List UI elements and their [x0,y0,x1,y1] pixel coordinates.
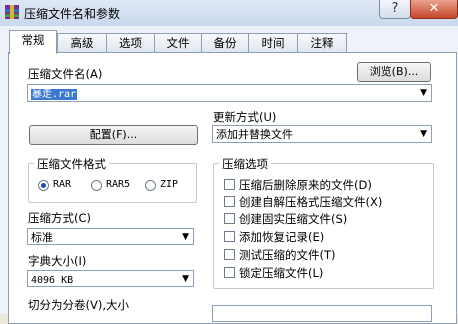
dictionary-size-label: 字典大小(I) [28,254,87,268]
format-rar-label: RAR [53,179,72,190]
lock-archive-label: 锁定压缩文件(L) [239,266,324,280]
compression-method-value: 标准 [31,231,53,244]
archive-format-group-title: 压缩文件格式 [34,156,109,172]
window-title: 压缩文件名和参数 [24,7,121,21]
create-sfx-checkbox[interactable] [224,196,235,207]
split-volumes-label: 切分为分卷(V),大小 [28,298,129,312]
update-mode-select[interactable]: 添加并替换文件 ▼ [212,125,432,143]
update-mode-label: 更新方式(U) [213,110,277,124]
create-solid-checkbox[interactable] [224,213,235,224]
archive-name-value: 暴走.rar [31,89,78,100]
dictionary-size-value: 4096 KB [31,275,74,286]
delete-after-compress-label: 压缩后删除原来的文件(D) [239,178,372,192]
help-button[interactable]: ? [379,0,411,19]
create-solid-label: 创建固实压缩文件(S) [239,212,348,226]
format-rar-radio[interactable] [38,180,49,191]
format-zip-radio[interactable] [145,180,156,191]
compression-options-group-title: 压缩选项 [219,156,271,172]
lock-archive-checkbox[interactable] [224,267,235,278]
add-recovery-record-checkbox[interactable] [224,231,235,242]
create-sfx-label: 创建自解压格式压缩文件(X) [239,195,383,209]
browse-button[interactable]: 浏览(B)... [357,62,431,82]
winrar-app-icon [5,5,19,19]
format-rar5-radio[interactable] [91,180,102,191]
chevron-down-icon: ▼ [182,232,189,242]
compression-method-label: 压缩方式(C) [28,211,92,225]
tab-files[interactable]: 文件 [154,33,202,52]
update-mode-value: 添加并替换文件 [216,128,293,141]
format-rar5-label: RAR5 [106,179,131,190]
format-zip-label: ZIP [160,179,179,190]
chevron-down-icon: ▼ [420,129,427,139]
tab-comment[interactable]: 注释 [297,33,347,52]
chevron-down-icon: ▼ [182,274,189,284]
test-archived-files-label: 测试压缩的文件(T) [239,248,336,262]
dictionary-size-select[interactable]: 4096 KB ▼ [27,270,194,287]
tab-general[interactable]: 常规 [9,30,57,54]
tab-time[interactable]: 时间 [248,33,298,52]
test-archived-files-checkbox[interactable] [224,249,235,260]
tab-advanced[interactable]: 高级 [57,33,107,52]
tab-options[interactable]: 选项 [106,33,155,52]
archive-name-label: 压缩文件名(A) [28,67,103,81]
chevron-down-icon[interactable]: ▼ [420,85,427,102]
add-recovery-record-label: 添加恢复记录(E) [239,230,325,244]
delete-after-compress-checkbox[interactable] [224,179,235,190]
profiles-button[interactable]: 配置(F)... [29,125,198,145]
close-button[interactable]: ✕ [410,0,458,19]
compression-method-select[interactable]: 标准 ▼ [27,228,194,245]
tab-backup[interactable]: 备份 [201,33,249,52]
archive-name-input[interactable]: 暴走.rar ▼ [27,84,432,102]
